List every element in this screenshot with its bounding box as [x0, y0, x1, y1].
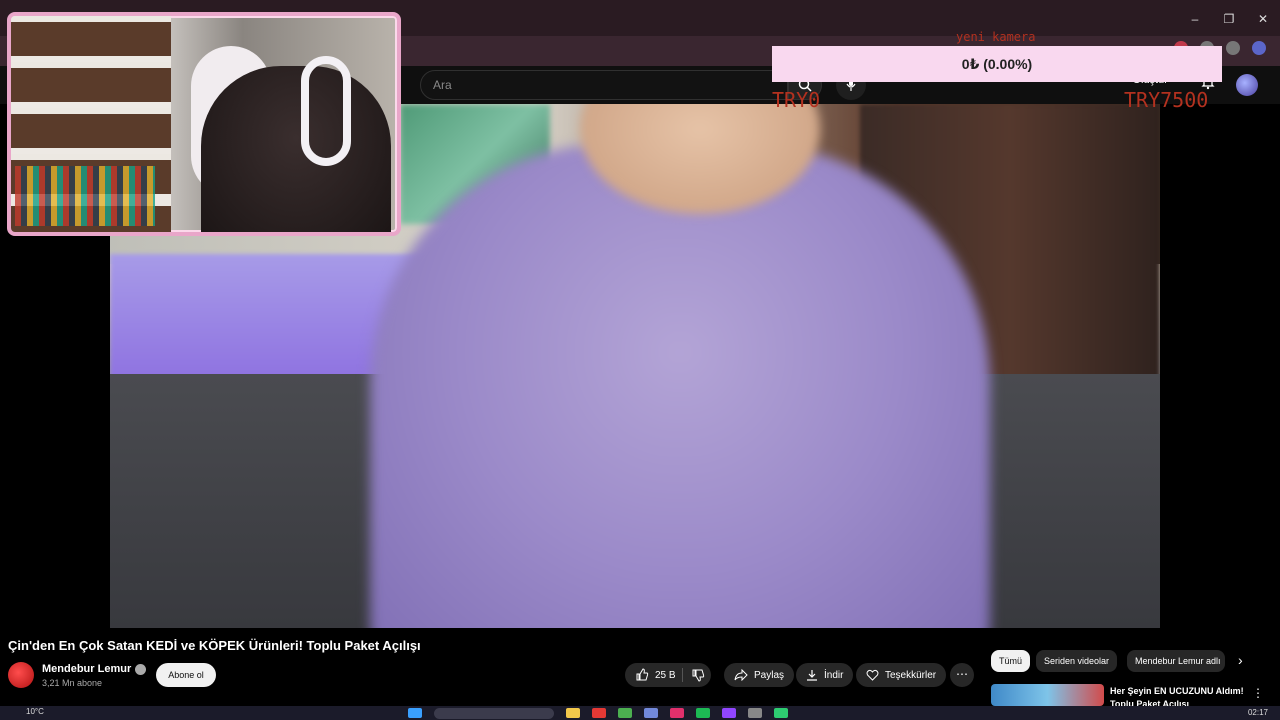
webcam-streamer — [201, 66, 391, 232]
channel-name[interactable]: Mendebur Lemur — [42, 663, 147, 675]
spotify-icon[interactable] — [696, 708, 710, 718]
download-icon — [807, 670, 817, 681]
donation-goal-max: TRY7500 — [1124, 88, 1209, 112]
windows-start-icon[interactable] — [408, 708, 422, 718]
chrome-icon[interactable] — [618, 708, 632, 718]
app-icon[interactable] — [722, 708, 736, 718]
webcam-headphones — [301, 56, 351, 166]
share-icon — [734, 669, 748, 681]
share-label: Paylaş — [754, 669, 785, 681]
recommended-more-icon[interactable]: ⋮ — [1252, 686, 1264, 700]
taskbar-clock[interactable]: 02:17 — [1248, 708, 1268, 717]
verified-icon — [135, 663, 147, 675]
window-controls: – ❐ ✕ — [1178, 8, 1280, 30]
video-title: Çin'den En Çok Satan KEDİ ve KÖPEK Ürünl… — [8, 638, 421, 653]
profile-avatar[interactable] — [1252, 41, 1266, 55]
app-icon[interactable] — [670, 708, 684, 718]
channel-name-text: Mendebur Lemur — [42, 663, 132, 675]
channel-avatar[interactable] — [8, 662, 34, 688]
account-avatar[interactable] — [1236, 74, 1258, 96]
puzzle-icon[interactable] — [1226, 41, 1240, 55]
file-explorer-icon[interactable] — [566, 708, 580, 718]
maximize-button[interactable]: ❐ — [1212, 8, 1246, 30]
windows-taskbar: 10°C 02:17 — [0, 706, 1280, 720]
taskbar-apps — [408, 708, 788, 719]
share-button[interactable]: Paylaş — [724, 663, 795, 687]
like-divider — [682, 668, 683, 682]
video-frame-person — [370, 144, 990, 628]
thumbs-down-icon[interactable] — [691, 668, 705, 682]
close-button[interactable]: ✕ — [1246, 8, 1280, 30]
recommended-video-thumbnail[interactable] — [991, 684, 1104, 706]
chip-series-videos[interactable]: Seriden videolar — [1036, 650, 1118, 672]
subscriber-count: 3,21 Mn abone — [42, 678, 103, 688]
chevron-right-icon[interactable]: › — [1238, 652, 1243, 668]
chip-all[interactable]: Tümü — [991, 650, 1031, 672]
app-icon[interactable] — [748, 708, 762, 718]
donation-goal-min: TRY0 — [772, 88, 821, 112]
search-input[interactable]: Ara — [420, 70, 788, 100]
discord-icon[interactable] — [644, 708, 658, 718]
download-label: İndir — [824, 669, 844, 681]
minimize-button[interactable]: – — [1178, 8, 1212, 30]
heart-dollar-icon — [866, 669, 879, 681]
weather-widget[interactable]: 10°C — [26, 707, 44, 716]
webcam-books — [15, 166, 155, 226]
chip-channel-videos[interactable]: Mendebur Lemur adlı — [1127, 650, 1225, 672]
taskbar-search[interactable] — [434, 708, 554, 719]
thanks-label: Teşekkürler — [885, 669, 937, 681]
donation-goal-label: yeni kamera — [956, 30, 1036, 44]
download-button[interactable]: İndir — [796, 663, 854, 687]
subscribe-button[interactable]: Abone ol — [156, 663, 216, 687]
thumbs-up-icon[interactable] — [635, 668, 649, 682]
like-count[interactable]: 25 B — [655, 670, 676, 681]
app-icon[interactable] — [774, 708, 788, 718]
webcam-overlay — [7, 12, 401, 236]
like-dislike-group: 25 B — [625, 663, 711, 687]
donation-goal-bar: 0₺ (0.00%) — [772, 46, 1222, 82]
app-icon[interactable] — [592, 708, 606, 718]
thanks-button[interactable]: Teşekkürler — [856, 663, 947, 687]
more-actions-button[interactable]: ⋯ — [950, 663, 974, 687]
